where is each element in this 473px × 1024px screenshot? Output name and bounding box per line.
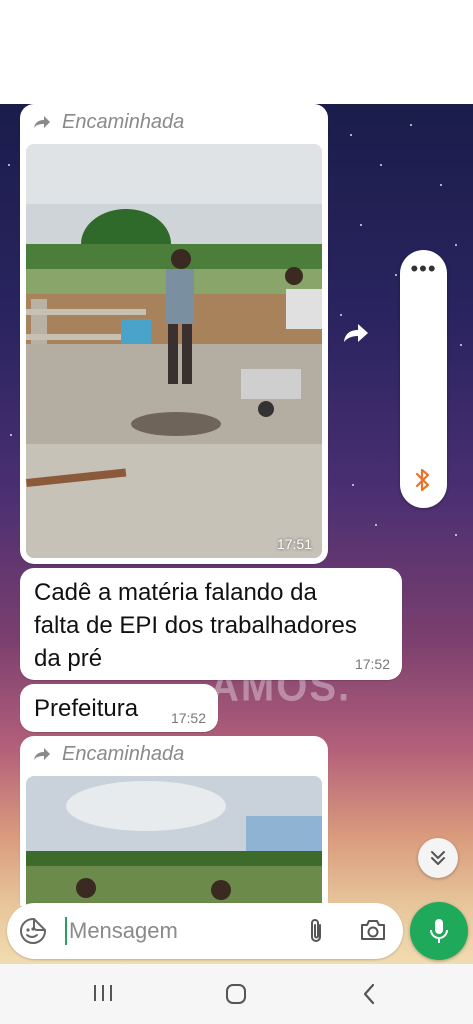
message-composer[interactable]: Mensagem <box>7 903 403 959</box>
message-time: 17:52 <box>170 710 206 726</box>
message-time: 17:52 <box>354 656 390 672</box>
microphone-button[interactable] <box>410 902 468 960</box>
forward-icon <box>34 116 50 128</box>
recent-apps-icon <box>94 985 112 1001</box>
message-text-line: da pré <box>34 645 103 672</box>
forwarded-label: Encaminhada <box>62 110 185 133</box>
forward-button[interactable] <box>341 320 373 350</box>
system-navigation-bar <box>0 964 473 1024</box>
message-input[interactable]: Mensagem <box>69 917 178 945</box>
forward-icon <box>34 748 50 760</box>
message-text-line: Cadê a matéria falando da <box>34 579 317 606</box>
forwarded-indicator: Encaminhada <box>20 736 328 772</box>
sticker-icon[interactable] <box>19 917 47 950</box>
back-icon <box>363 983 375 1005</box>
message-time: 17:51 <box>276 536 312 552</box>
photo-landscape <box>26 776 322 906</box>
forward-icon <box>344 324 368 342</box>
message-image[interactable] <box>26 776 322 906</box>
more-dots-icon[interactable]: ••• <box>400 258 447 280</box>
bluetooth-icon[interactable] <box>413 467 433 498</box>
message-text-line: falta de EPI dos trabalhadores <box>34 612 357 639</box>
forwarded-label: Encaminhada <box>62 742 185 765</box>
message-bubble-text[interactable]: Prefeitura 17:52 <box>20 684 218 732</box>
recent-apps-button[interactable] <box>92 982 114 1009</box>
message-bubble-image[interactable]: Encaminhada <box>20 736 328 906</box>
photo-workers <box>26 144 322 558</box>
message-bubble-text[interactable]: Cadê a matéria falando da falta de EPI d… <box>20 568 402 680</box>
status-area <box>0 0 473 104</box>
double-chevron-down-icon <box>431 851 445 865</box>
back-button[interactable] <box>360 982 378 1011</box>
camera-icon[interactable] <box>359 918 387 947</box>
paperclip-icon[interactable] <box>305 917 327 950</box>
home-icon <box>226 984 246 1004</box>
message-image[interactable]: 17:51 <box>26 144 322 558</box>
microphone-icon <box>430 919 448 943</box>
message-bubble-image[interactable]: Encaminhada 17:51 <box>20 104 328 564</box>
home-button[interactable] <box>224 982 248 1011</box>
scroll-to-bottom-button[interactable] <box>418 838 458 878</box>
edge-panel[interactable]: ••• <box>400 250 447 508</box>
text-cursor <box>65 917 67 945</box>
forwarded-indicator: Encaminhada <box>20 104 328 140</box>
